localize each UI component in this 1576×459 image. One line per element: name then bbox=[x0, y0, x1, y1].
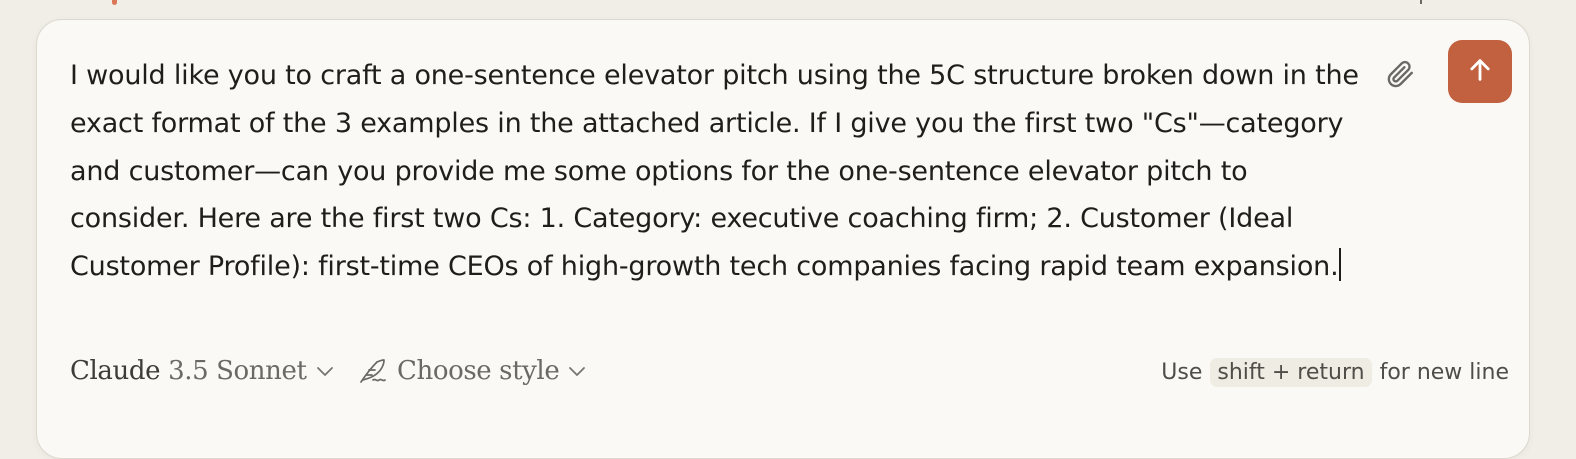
hint-prefix: Use bbox=[1161, 360, 1203, 385]
attach-button[interactable] bbox=[1380, 56, 1420, 96]
send-button[interactable] bbox=[1448, 40, 1512, 103]
top-accent-mark bbox=[112, 0, 117, 5]
prompt-input[interactable]: I would like you to craft a one-sentence… bbox=[70, 52, 1360, 291]
hint-suffix: for new line bbox=[1379, 360, 1509, 385]
paperclip-icon bbox=[1385, 57, 1415, 95]
newline-hint: Use shift + return for new line bbox=[1161, 358, 1509, 387]
keyboard-shortcut: shift + return bbox=[1210, 358, 1372, 387]
feather-icon bbox=[357, 356, 387, 386]
model-name: Claude bbox=[70, 356, 161, 386]
style-label: Choose style bbox=[397, 356, 560, 386]
model-version: 3.5 Sonnet bbox=[168, 356, 307, 386]
chevron-down-icon bbox=[315, 364, 335, 378]
message-composer[interactable]: I would like you to craft a one-sentence… bbox=[36, 19, 1530, 459]
arrow-up-icon bbox=[1466, 55, 1494, 89]
model-selector[interactable]: Claude 3.5 Sonnet bbox=[70, 356, 335, 386]
chevron-down-icon bbox=[567, 364, 587, 378]
text-cursor bbox=[1339, 248, 1342, 282]
top-tick-mark bbox=[1420, 0, 1422, 4]
prompt-text-content[interactable]: I would like you to craft a one-sentence… bbox=[70, 60, 1367, 282]
style-selector[interactable]: Choose style bbox=[357, 356, 587, 386]
